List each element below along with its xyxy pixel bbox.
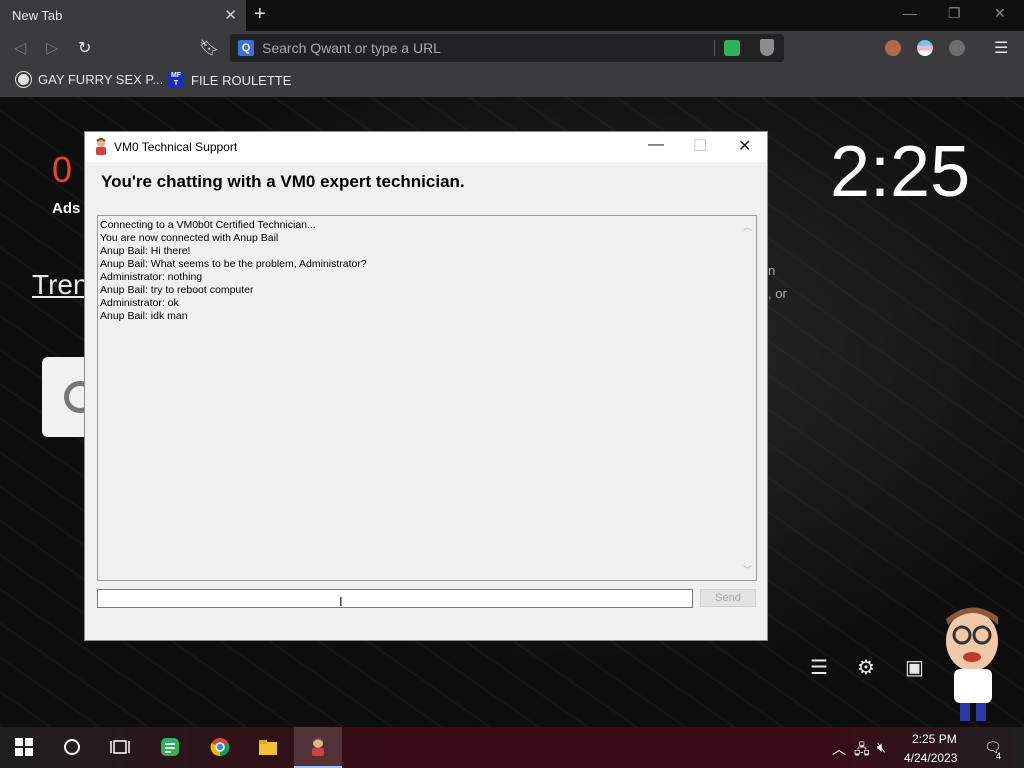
close-window-button[interactable]: ✕ — [994, 5, 1006, 22]
ads-label: Ads — [52, 200, 81, 217]
reader-extension-icon[interactable] — [724, 40, 740, 56]
window-titlebar[interactable]: VM0 Technical Support — ☐ ✕ — [85, 132, 767, 162]
chat-message: Anup Bail: What seems to be the problem,… — [100, 258, 367, 270]
file-roulette-icon: MF T — [168, 72, 184, 88]
url-separator — [714, 40, 715, 56]
background-text: n — [768, 263, 776, 278]
chat-lines: Connecting to a VM0b0t Certified Technic… — [98, 219, 367, 323]
start-button[interactable] — [0, 727, 48, 768]
search-circle-icon — [64, 739, 80, 755]
qwant-icon: Q — [238, 40, 254, 56]
close-icon[interactable]: ✕ — [224, 6, 237, 24]
avatar-extension-icon[interactable] — [885, 40, 901, 56]
windows-start-icon — [15, 738, 33, 756]
network-icon[interactable]: 🖧︎ — [854, 739, 870, 763]
chat-message: Administrator: ok — [100, 297, 179, 309]
windows-taskbar: ︿ 🖧︎ 🔇︎ 2:25 PM 4/24/2023 🗨︎ 4 — [0, 727, 1024, 768]
new-tab-button[interactable]: + — [254, 3, 266, 26]
chat-message: Anup Bail: try to reboot computer — [100, 284, 254, 296]
support-chat-window: VM0 Technical Support — ☐ ✕ You're chatt… — [84, 131, 768, 641]
tab-new-tab[interactable]: New Tab ✕ — [0, 0, 246, 31]
chat-message: Anup Bail: idk man — [100, 310, 188, 322]
trending-link[interactable]: Tren — [32, 269, 89, 301]
restore-window-button[interactable]: ❐ — [948, 5, 961, 22]
reload-icon[interactable]: ↻ — [78, 38, 91, 58]
taskbar-date[interactable]: 4/24/2023 — [904, 751, 957, 765]
taskbar-app-chrome[interactable] — [196, 727, 244, 768]
task-view-icon — [110, 740, 130, 754]
bookmark-icon[interactable]: 🔖︎ — [199, 38, 219, 58]
maximize-button[interactable]: ☐ — [693, 136, 707, 156]
forward-icon[interactable]: ▷ — [46, 38, 58, 58]
taskbar-app-explorer[interactable] — [244, 727, 292, 768]
background-link[interactable]: , or — [768, 286, 787, 301]
minimize-button[interactable]: — — [648, 136, 664, 154]
shield-icon[interactable] — [760, 39, 774, 56]
folder-icon — [259, 740, 277, 755]
bookmark-item[interactable]: GAY FURRY SEX P... — [16, 72, 163, 87]
taskbar-time[interactable]: 2:25 PM — [912, 732, 957, 746]
green-app-icon — [161, 738, 179, 756]
url-placeholder: Search Qwant or type a URL — [262, 40, 441, 56]
send-button[interactable]: Send — [700, 589, 756, 607]
globe-icon — [16, 72, 31, 87]
taskbar-app-notes[interactable] — [146, 727, 194, 768]
task-view-button[interactable] — [96, 727, 144, 768]
search-button[interactable] — [48, 727, 96, 768]
clock: 2:25 — [830, 132, 971, 212]
show-hidden-icons-chevron-icon[interactable]: ︿ — [832, 739, 846, 759]
sliders-icon[interactable]: ☰ — [810, 655, 828, 680]
close-button[interactable]: ✕ — [738, 136, 751, 156]
bookmark-label: GAY FURRY SEX P... — [38, 72, 164, 87]
ublock-icon[interactable] — [949, 40, 965, 56]
notification-count: 4 — [996, 751, 1002, 761]
scroll-down-icon[interactable]: ﹀ — [743, 563, 752, 576]
taskbar-app-support[interactable] — [294, 727, 342, 768]
chat-message: Anup Bail: Hi there! — [100, 245, 191, 257]
bookmarks-icon[interactable]: ▣ — [905, 655, 924, 680]
technician-app-icon — [96, 138, 106, 155]
bookmark-item[interactable]: MF T FILE ROULETTE — [168, 72, 291, 88]
browser-toolbar: ◁ ▷ ↻ 🔖︎ Q Search Qwant or type a URL ☰ — [0, 31, 1024, 65]
gear-icon[interactable]: ⚙ — [857, 655, 875, 680]
chat-message: You are now connected with Anup Bail — [100, 232, 279, 244]
bookmarks-bar: GAY FURRY SEX P... MF T FILE ROULETTE — [0, 65, 1024, 97]
menu-icon[interactable]: ☰ — [994, 38, 1008, 58]
message-input[interactable] — [97, 589, 693, 608]
tab-title: New Tab — [12, 8, 63, 23]
chat-message: Connecting to a VM0b0t Certified Technic… — [100, 219, 316, 231]
minimize-window-button[interactable]: — — [903, 5, 917, 21]
chrome-icon — [210, 738, 230, 757]
volume-muted-icon[interactable]: 🔇︎ — [877, 739, 886, 756]
technician-mascot-image — [946, 607, 998, 721]
address-bar[interactable]: Q Search Qwant or type a URL — [230, 34, 784, 62]
chat-message: Administrator: nothing — [100, 271, 203, 283]
scroll-up-icon[interactable]: ︿ — [743, 220, 752, 233]
bookmark-label: FILE ROULETTE — [191, 72, 292, 88]
ads-blocked-count: 0 — [52, 149, 73, 190]
flag-extension-icon[interactable] — [917, 40, 933, 56]
technician-app-icon — [312, 737, 324, 756]
chat-heading: You're chatting with a VM0 expert techni… — [101, 172, 465, 191]
back-icon[interactable]: ◁ — [14, 38, 26, 58]
browser-tab-strip: New Tab ✕ + — ❐ ✕ — [0, 0, 1024, 31]
chat-log[interactable]: Connecting to a VM0b0t Certified Technic… — [97, 215, 757, 581]
window-title: VM0 Technical Support — [114, 140, 238, 154]
text-cursor-icon: I — [339, 594, 343, 609]
